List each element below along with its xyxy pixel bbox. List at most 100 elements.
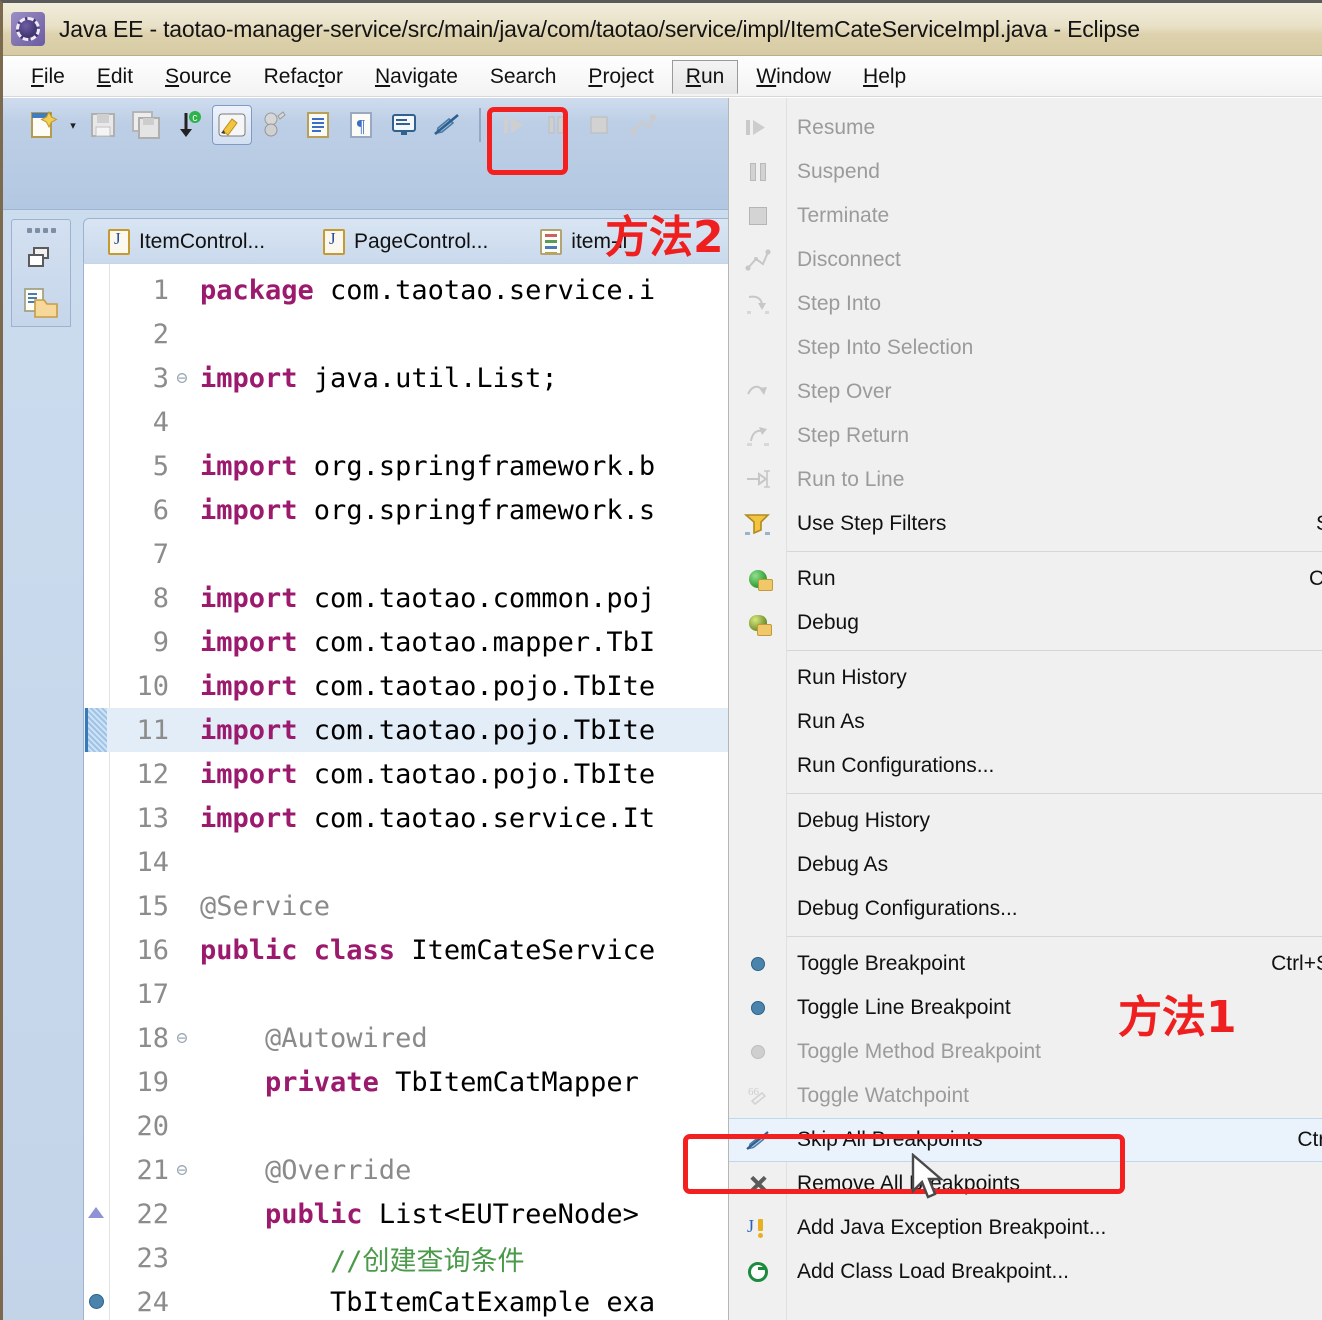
- menu-item-add-java-exception-breakpoint[interactable]: J Add Java Exception Breakpoint...: [729, 1206, 1322, 1250]
- package-explorer-icon[interactable]: [23, 288, 59, 325]
- disconnect-icon: [622, 105, 662, 145]
- line-text: import org.springframework.s: [200, 494, 656, 526]
- build-icon[interactable]: [255, 105, 295, 145]
- menu-item-skip-all-breakpoints[interactable]: Skip All Breakpoints Ctrl: [729, 1118, 1322, 1162]
- menu-item-shortcut: Ctrl+S: [1271, 952, 1322, 975]
- menu-item-add-class-load-breakpoint[interactable]: Add Class Load Breakpoint...: [729, 1250, 1322, 1294]
- menu-item-label: Skip All Breakpoints: [797, 1128, 983, 1151]
- menu-navigate[interactable]: Navigate: [361, 60, 472, 94]
- menu-search[interactable]: Search: [476, 60, 571, 94]
- menu-item-run[interactable]: Run Ct: [729, 557, 1322, 601]
- save-icon[interactable]: [83, 105, 123, 145]
- step-return-icon: [743, 422, 773, 450]
- svg-text:C: C: [192, 114, 198, 124]
- code-editor[interactable]: 1 package com.taotao.service.i 2 3 ⊖ import…: [83, 263, 743, 1320]
- line-marker: [84, 840, 110, 884]
- open-console-icon[interactable]: [384, 105, 424, 145]
- fold-toggle[interactable]: ⊖: [172, 368, 192, 388]
- menu-item-remove-all-breakpoints[interactable]: Remove All Breakpoints: [729, 1162, 1322, 1206]
- code-line: 4: [84, 400, 742, 444]
- menu-item-resume[interactable]: Resume: [729, 106, 1322, 150]
- eclipse-icon: [11, 12, 45, 46]
- menu-item-run-configurations[interactable]: Run Configurations...: [729, 744, 1322, 788]
- code-line: 14: [84, 840, 742, 884]
- editor-tab-label: PageControl...: [354, 229, 489, 253]
- left-view-stack: [11, 219, 71, 327]
- new-wizard-icon[interactable]: [23, 105, 63, 145]
- menu-item-terminate[interactable]: Terminate: [729, 194, 1322, 238]
- code-line: 1 package com.taotao.service.i: [84, 268, 742, 312]
- menu-file[interactable]: File: [17, 60, 79, 94]
- editor-tab-item-list[interactable]: item-li: [530, 226, 637, 258]
- line-number: 1: [152, 274, 169, 306]
- menu-item-step-over[interactable]: Step Over: [729, 370, 1322, 414]
- menu-item-toggle-line-breakpoint[interactable]: Toggle Line Breakpoint: [729, 986, 1322, 1030]
- menu-item-toggle-breakpoint[interactable]: Toggle Breakpoint Ctrl+S: [729, 942, 1322, 986]
- menu-item-label: Disconnect: [797, 248, 901, 271]
- breakpoint-on-icon: [743, 994, 773, 1022]
- menu-item-debug[interactable]: Debug: [729, 601, 1322, 645]
- open-type-icon[interactable]: [298, 105, 338, 145]
- fold-toggle[interactable]: ⊖: [172, 1160, 192, 1180]
- menu-separator: [787, 551, 1322, 552]
- menu-edit[interactable]: Edit: [83, 60, 147, 94]
- step-into-icon: [743, 290, 773, 318]
- override-marker-icon: [88, 1207, 104, 1218]
- line-number: 7: [152, 538, 169, 570]
- menu-window[interactable]: Window: [742, 60, 845, 94]
- menu-item-label: Run: [797, 567, 836, 590]
- menu-item-run-history[interactable]: Run History: [729, 656, 1322, 700]
- menu-item-label: Toggle Breakpoint: [797, 952, 966, 975]
- line-marker-breakpoint[interactable]: [84, 1280, 110, 1320]
- menu-source[interactable]: Source: [151, 60, 246, 94]
- menu-item-run-to-line[interactable]: Run to Line: [729, 458, 1322, 502]
- fold-toggle[interactable]: ⊖: [172, 1028, 192, 1048]
- show-whitespace-icon[interactable]: ¶: [341, 105, 381, 145]
- restore-view-icon[interactable]: [26, 245, 56, 276]
- disconnect-icon: [743, 246, 773, 274]
- editor-tab-label: ItemControl...: [139, 229, 266, 253]
- menu-item-label: Step Return: [797, 424, 910, 447]
- code-line: 6 import org.springframework.s: [84, 488, 742, 532]
- menu-item-shortcut: Ct: [1309, 567, 1322, 591]
- view-stack-handle[interactable]: [26, 228, 56, 233]
- menu-item-label: Remove All Breakpoints: [797, 1172, 1020, 1195]
- menu-item-step-into-selection[interactable]: Step Into Selection: [729, 326, 1322, 370]
- menu-run[interactable]: Run: [671, 59, 739, 94]
- menu-item-step-return[interactable]: Step Return: [729, 414, 1322, 458]
- menu-item-toggle-method-breakpoint[interactable]: Toggle Method Breakpoint: [729, 1030, 1322, 1074]
- new-wizard-dropdown-icon[interactable]: ▾: [66, 105, 80, 145]
- menu-item-toggle-watchpoint[interactable]: 66 Toggle Watchpoint: [729, 1074, 1322, 1118]
- menu-project[interactable]: Project: [574, 60, 667, 94]
- menu-refactor[interactable]: Refactor: [250, 60, 357, 94]
- menu-item-debug-history[interactable]: Debug History: [729, 799, 1322, 843]
- java-exception-breakpoint-icon: J: [743, 1214, 773, 1242]
- menu-help[interactable]: Help: [849, 60, 920, 94]
- line-marker: [84, 356, 110, 400]
- run-to-line-icon: [743, 466, 773, 494]
- menu-item-debug-configurations[interactable]: Debug Configurations...: [729, 887, 1322, 931]
- menu-item-disconnect[interactable]: Disconnect: [729, 238, 1322, 282]
- menu-item-suspend[interactable]: Suspend: [729, 150, 1322, 194]
- code-line: 7: [84, 532, 742, 576]
- menu-item-label: Debug: [797, 611, 859, 634]
- editor-tab-itemcontroller[interactable]: ItemControl...: [98, 226, 275, 258]
- line-text: import com.taotao.pojo.TbIte: [200, 670, 656, 702]
- menu-item-label: Step Into Selection: [797, 336, 974, 359]
- menu-item-run-as[interactable]: Run As: [729, 700, 1322, 744]
- editor-tab-pagecontroller[interactable]: PageControl...: [313, 226, 498, 258]
- menu-item-step-into[interactable]: Step Into: [729, 282, 1322, 326]
- menu-item-use-step-filters[interactable]: Use Step Filters S: [729, 502, 1322, 546]
- menu-item-label: Debug As: [797, 853, 889, 876]
- toggle-markoccurrences-icon[interactable]: [212, 105, 252, 145]
- breakpoint-icon[interactable]: [89, 1294, 104, 1309]
- menu-item-debug-as[interactable]: Debug As: [729, 843, 1322, 887]
- save-all-icon[interactable]: [126, 105, 166, 145]
- line-number: 3: [152, 362, 169, 394]
- line-number: 13: [136, 802, 169, 834]
- menu-item-label: Step Into: [797, 292, 882, 315]
- skip-all-breakpoints-icon[interactable]: [427, 105, 467, 145]
- code-lines: 1 package com.taotao.service.i 2 3 ⊖ import…: [84, 268, 742, 1320]
- line-marker: [84, 576, 110, 620]
- print-icon[interactable]: C: [169, 105, 209, 145]
